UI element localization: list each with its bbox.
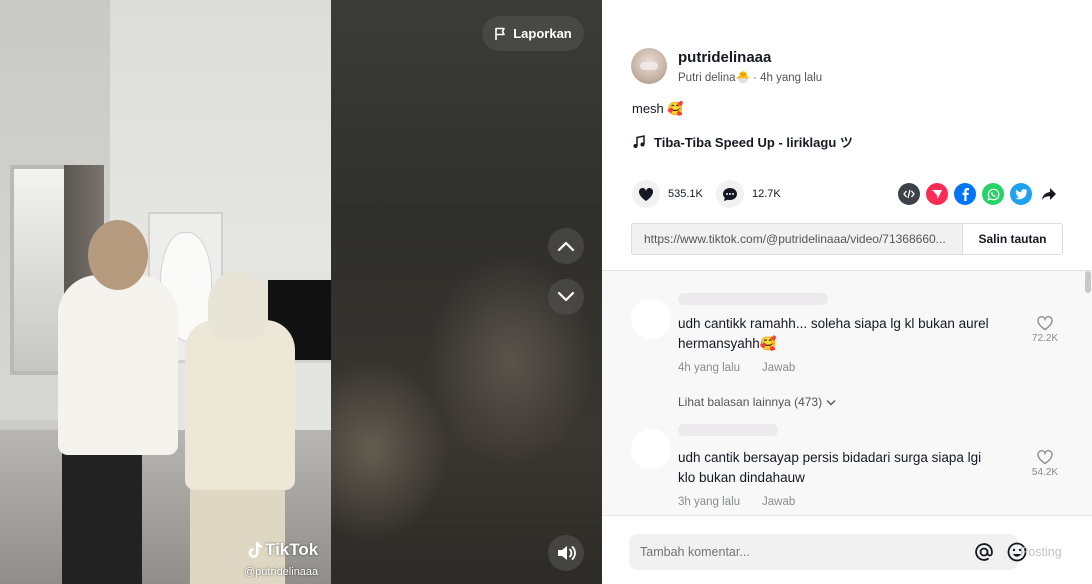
comment-list[interactable]: udh cantikk ramahh... soleha siapa lg kl… bbox=[602, 271, 1092, 515]
commenter-avatar[interactable] bbox=[631, 299, 671, 339]
comment-input[interactable] bbox=[640, 545, 940, 559]
heart-icon bbox=[638, 187, 654, 201]
comment-meta: 4h yang lalu Jawab bbox=[678, 362, 795, 374]
tiktok-video-page: TikTok @putridelinaaa Laporkan putrideli… bbox=[0, 0, 1092, 584]
facebook-icon[interactable] bbox=[954, 183, 976, 205]
heart-outline-icon bbox=[1037, 450, 1053, 465]
author-avatar[interactable] bbox=[631, 48, 667, 84]
comment-text: udh cantik bersayap persis bidadari surg… bbox=[678, 450, 982, 485]
comment-meta: 3h yang lalu Jawab bbox=[678, 496, 795, 508]
share-link-box: https://www.tiktok.com/@putridelinaaa/vi… bbox=[631, 223, 1063, 255]
video-player[interactable]: TikTok @putridelinaaa Laporkan bbox=[0, 0, 602, 584]
comment-bubble-icon bbox=[723, 187, 737, 201]
comment-text: udh cantikk ramahh... soleha siapa lg kl… bbox=[678, 316, 989, 351]
post-comment-button[interactable]: Posting bbox=[1020, 545, 1062, 559]
comment-like-button[interactable]: 54.2K bbox=[1030, 449, 1060, 478]
next-video-button[interactable] bbox=[548, 279, 584, 315]
music-title: Tiba-Tiba Speed Up - liriklagu ツ bbox=[654, 135, 853, 150]
like-stat[interactable]: 535.1K bbox=[632, 180, 703, 208]
commenter-avatar[interactable] bbox=[631, 429, 671, 469]
comment-like-count: 54.2K bbox=[1031, 467, 1059, 478]
watermark-handle: @putridelinaaa bbox=[244, 566, 319, 578]
comment-like-count: 72.2K bbox=[1031, 333, 1059, 344]
volume-button[interactable] bbox=[548, 535, 584, 571]
separator: · bbox=[749, 72, 761, 84]
like-count: 535.1K bbox=[668, 188, 703, 200]
video-frame[interactable]: TikTok @putridelinaaa bbox=[0, 0, 331, 584]
tiktok-watermark: TikTok bbox=[246, 540, 318, 560]
post-time: 4h yang lalu bbox=[760, 72, 823, 84]
reply-button[interactable]: Jawab bbox=[762, 362, 795, 374]
volume-icon bbox=[558, 546, 576, 560]
previous-video-button[interactable] bbox=[548, 228, 584, 264]
comment-scrollbar[interactable] bbox=[1085, 271, 1091, 293]
report-button[interactable]: Laporkan bbox=[482, 16, 584, 51]
tiktok-logo-icon bbox=[248, 542, 262, 558]
comment-count: 12.7K bbox=[752, 188, 781, 200]
author-display-name[interactable]: Putri delina🐣 bbox=[678, 72, 750, 84]
video-caption: mesh 🥰 bbox=[632, 101, 684, 116]
commenter-name[interactable] bbox=[678, 293, 828, 305]
heart-outline-icon bbox=[1037, 316, 1053, 331]
twitter-icon[interactable] bbox=[1010, 183, 1032, 205]
share-row bbox=[898, 183, 1060, 205]
comment-stat[interactable]: 12.7K bbox=[716, 180, 781, 208]
view-more-replies[interactable]: Lihat balasan lainnya (473) bbox=[678, 395, 836, 409]
chevron-down-icon bbox=[826, 399, 836, 405]
chevron-up-icon bbox=[557, 241, 575, 252]
flag-icon bbox=[495, 27, 506, 40]
embed-icon[interactable] bbox=[898, 183, 920, 205]
dancer-child bbox=[185, 320, 295, 490]
mention-icon[interactable] bbox=[973, 541, 995, 563]
reply-button[interactable]: Jawab bbox=[762, 496, 795, 508]
author-username[interactable]: putridelinaaa bbox=[678, 49, 771, 66]
commenter-name[interactable] bbox=[678, 424, 778, 436]
like-button[interactable] bbox=[632, 180, 660, 208]
comment-like-button[interactable]: 72.2K bbox=[1030, 315, 1060, 344]
video-info-panel: putridelinaaa Putri delina🐣 · 4h yang la… bbox=[602, 0, 1092, 584]
comment-time: 3h yang lalu bbox=[678, 496, 741, 508]
dancer-woman bbox=[58, 275, 178, 455]
share-link-url[interactable]: https://www.tiktok.com/@putridelinaaa/vi… bbox=[632, 232, 962, 246]
copy-link-button[interactable]: Salin tautan bbox=[962, 224, 1062, 254]
comment-field-wrapper[interactable] bbox=[629, 534, 1027, 570]
send-to-friends-icon[interactable] bbox=[926, 183, 948, 205]
comment-time: 4h yang lalu bbox=[678, 362, 741, 374]
comment-bar: Posting bbox=[602, 515, 1092, 584]
music-note-icon bbox=[633, 134, 645, 148]
chevron-down-icon bbox=[557, 291, 575, 302]
author-subline: Putri delina🐣 · 4h yang lalu bbox=[678, 70, 822, 84]
share-arrow-icon[interactable] bbox=[1038, 183, 1060, 205]
comment-button[interactable] bbox=[716, 180, 744, 208]
whatsapp-icon[interactable] bbox=[982, 183, 1004, 205]
music-link[interactable]: Tiba-Tiba Speed Up - liriklagu ツ bbox=[632, 132, 853, 151]
